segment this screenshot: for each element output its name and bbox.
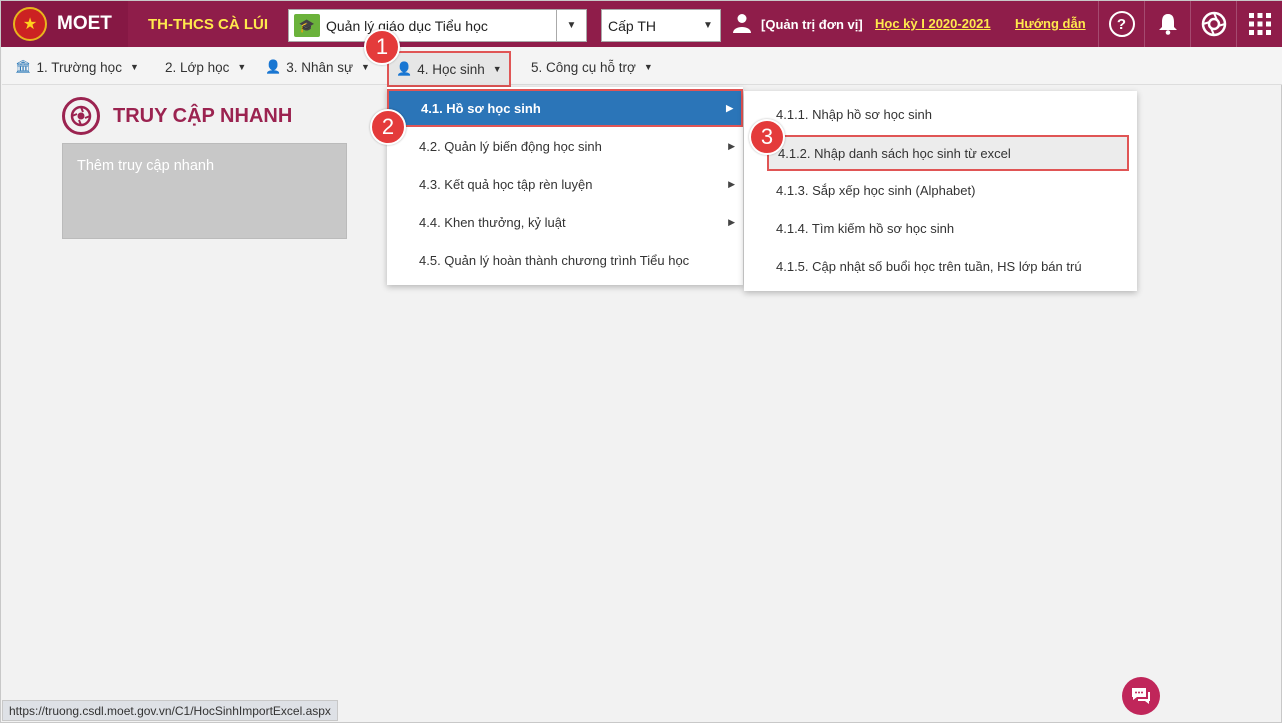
caret-down-icon: ▼ <box>361 62 370 72</box>
grid-icon <box>1248 13 1271 35</box>
step-badge: 3 <box>749 119 785 155</box>
step-badge: 1 <box>364 29 400 65</box>
nav-students-label: 4. Học sinh <box>417 61 485 77</box>
nav-staff[interactable]: 👤 3. Nhân sự ▼ <box>265 53 370 81</box>
caret-right-icon: ▶ <box>728 178 735 189</box>
chat-icon <box>1132 688 1150 704</box>
nav-tools-label: 5. Công cụ hỗ trợ <box>531 59 636 75</box>
submenu-search-profile[interactable]: 4.1.4. Tìm kiếm hồ sơ học sinh <box>744 209 1137 247</box>
chat-button[interactable] <box>1122 677 1160 715</box>
user-icon <box>733 13 751 33</box>
menu-student-results[interactable]: 4.3. Kết quả học tập rèn luyện ▶ <box>387 165 743 203</box>
chevron-down-icon[interactable]: ▼ <box>696 20 720 31</box>
settings-button[interactable] <box>1190 1 1236 47</box>
apps-button[interactable] <box>1236 1 1282 47</box>
submenu-sort-alphabet[interactable]: 4.1.3. Sắp xếp học sinh (Alphabet) <box>744 171 1137 209</box>
school-icon: 🏛 <box>15 59 32 74</box>
question-icon: ? <box>1108 11 1135 37</box>
caret-right-icon: ▶ <box>726 102 733 113</box>
students-icon: 👤 <box>396 61 413 76</box>
system-select[interactable]: 🎓 Quản lý giáo dục Tiểu học ▼ <box>288 9 587 42</box>
status-url: https://truong.csdl.moet.gov.vn/C1/HocSi… <box>2 700 338 721</box>
nav-staff-label: 3. Nhân sự <box>286 59 354 75</box>
menu-student-changes-label: 4.2. Quản lý biến động học sinh <box>419 138 602 154</box>
caret-down-icon: ▼ <box>129 62 139 72</box>
students-menu: 4.1. Hồ sơ học sinh ▶ 4.2. Quản lý biến … <box>387 87 743 285</box>
nav-school-label: 1. Trường học <box>36 59 122 75</box>
system-select-value: Quản lý giáo dục Tiểu học <box>326 17 488 34</box>
menu-student-completion[interactable]: 4.5. Quản lý hoàn thành chương trình Tiể… <box>387 241 743 279</box>
bell-icon <box>1158 14 1177 35</box>
graduation-cap-icon: 🎓 <box>294 14 320 37</box>
submenu-import-excel[interactable]: 4.1.2. Nhập danh sách học sinh từ excel <box>767 135 1129 171</box>
nav-students[interactable]: 👤 4. Học sinh ▼ <box>387 51 511 87</box>
national-emblem-icon: ★ <box>13 7 47 41</box>
step-badge: 2 <box>370 109 406 145</box>
menu-student-rewards-label: 4.4. Khen thưởng, kỷ luật <box>419 214 566 230</box>
menu-student-profile-label: 4.1. Hồ sơ học sinh <box>421 100 541 116</box>
caret-down-icon: ▼ <box>643 62 653 72</box>
staff-icon: 👤 <box>265 59 282 74</box>
chevron-down-icon[interactable]: ▼ <box>556 10 586 41</box>
level-select-value: Cấp TH <box>608 17 656 34</box>
profile-submenu: 4.1.1. Nhập hồ sơ học sinh 4.1.2. Nhập d… <box>744 91 1137 291</box>
school-name: TH-THCS CÀ LÚI <box>148 15 268 33</box>
notification-button[interactable] <box>1144 1 1190 47</box>
nav-class-label: 2. Lớp học <box>165 59 230 75</box>
main-nav: 🏛 1. Trường học ▼ 2. Lớp học ▼ 👤 3. Nhân… <box>2 47 1282 87</box>
term-link[interactable]: Học kỳ I 2020-2021 <box>875 16 991 31</box>
caret-right-icon: ▶ <box>728 216 735 227</box>
aperture-icon <box>1201 11 1226 37</box>
add-quick-access[interactable]: Thêm truy cập nhanh <box>62 143 347 239</box>
caret-down-icon: ▼ <box>237 62 247 72</box>
quick-access-title: TRUY CẬP NHANH <box>113 105 293 127</box>
menu-student-rewards[interactable]: 4.4. Khen thưởng, kỷ luật ▶ <box>387 203 743 241</box>
brand-name: MOET <box>57 13 112 34</box>
user-role: [Quản trị đơn vị] <box>761 17 863 32</box>
submenu-update-sessions[interactable]: 4.1.5. Cập nhật số buổi học trên tuần, H… <box>744 247 1137 285</box>
nav-school[interactable]: 🏛 1. Trường học ▼ <box>15 53 139 81</box>
menu-student-completion-label: 4.5. Quản lý hoàn thành chương trình Tiể… <box>419 252 690 268</box>
submenu-enter-profile[interactable]: 4.1.1. Nhập hồ sơ học sinh <box>744 95 1137 133</box>
menu-student-changes[interactable]: 4.2. Quản lý biến động học sinh ▶ <box>387 127 743 165</box>
help-button[interactable]: ? <box>1098 1 1144 47</box>
caret-right-icon: ▶ <box>728 140 735 151</box>
nav-tools[interactable]: 5. Công cụ hỗ trợ ▼ <box>531 53 653 81</box>
help-link[interactable]: Hướng dẫn <box>1015 16 1086 31</box>
quick-access-icon <box>62 97 100 135</box>
brand[interactable]: ★ MOET <box>1 1 128 47</box>
menu-student-profile[interactable]: 4.1. Hồ sơ học sinh ▶ <box>387 89 743 127</box>
nav-class[interactable]: 2. Lớp học ▼ <box>165 53 246 81</box>
caret-down-icon: ▼ <box>492 64 502 74</box>
menu-student-results-label: 4.3. Kết quả học tập rèn luyện <box>419 176 593 192</box>
level-select[interactable]: Cấp TH ▼ <box>601 9 721 42</box>
